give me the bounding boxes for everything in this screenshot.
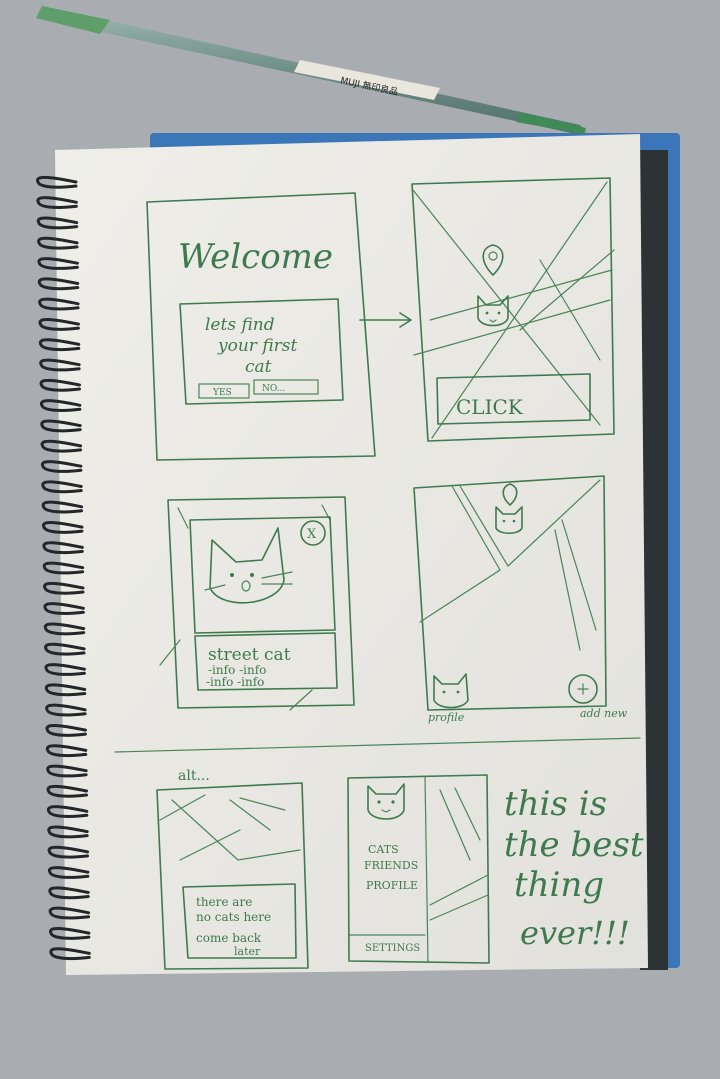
note-line-1: this is bbox=[504, 784, 607, 824]
sketch-photo: MUJI 無印良品 Welcome lets find your first c… bbox=[0, 0, 720, 1079]
note-line-2: the best bbox=[504, 825, 644, 865]
menu-item-cats[interactable]: CATS bbox=[368, 843, 399, 856]
card-title: street cat bbox=[208, 645, 291, 665]
dialog-line-2: your first bbox=[217, 336, 298, 356]
dialog-line-3: cat bbox=[245, 357, 272, 377]
menu-item-friends[interactable]: FRIENDS bbox=[364, 859, 418, 872]
close-label: X bbox=[307, 527, 317, 542]
info-row-2: -info -info bbox=[206, 675, 264, 689]
message-line-3: come back bbox=[196, 931, 262, 945]
alt-label: alt... bbox=[178, 768, 210, 784]
message-line-1: there are bbox=[196, 895, 252, 909]
message-line-2: no cats here bbox=[196, 910, 271, 924]
dialog-line-1: lets find bbox=[205, 315, 275, 335]
click-label: CLICK bbox=[456, 395, 524, 419]
yes-label: YES bbox=[212, 388, 232, 398]
no-label: NO... bbox=[262, 384, 285, 394]
note-line-4: ever!!! bbox=[520, 914, 630, 952]
add-new-label: add new bbox=[580, 707, 628, 720]
menu-item-settings[interactable]: SETTINGS bbox=[365, 943, 420, 954]
menu-item-profile[interactable]: PROFILE bbox=[366, 879, 418, 892]
message-line-4: later bbox=[234, 945, 261, 958]
note-line-3: thing bbox=[514, 865, 604, 905]
welcome-title: Welcome bbox=[178, 237, 333, 277]
profile-label: profile bbox=[428, 711, 465, 724]
